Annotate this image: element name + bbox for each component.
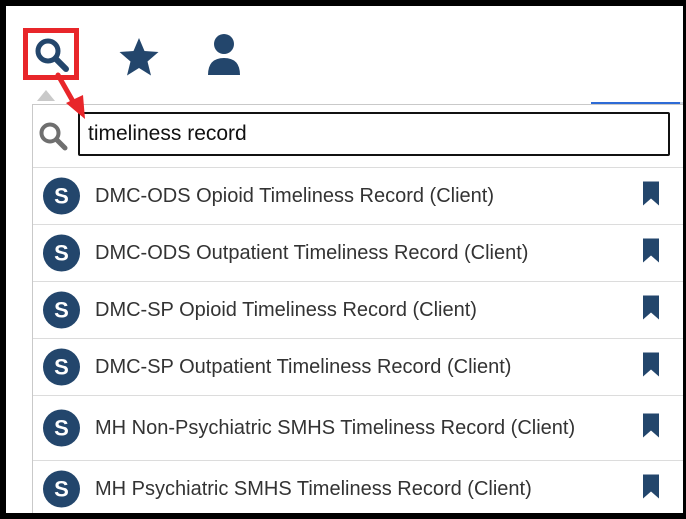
search-result-item[interactable]: S MH Non-Psychiatric SMHS Timeliness Rec… xyxy=(33,396,683,461)
top-toolbar xyxy=(12,12,683,96)
dropdown-caret xyxy=(37,90,55,101)
service-badge: S xyxy=(43,409,80,447)
bookmark-icon[interactable] xyxy=(642,181,660,211)
search-button[interactable] xyxy=(23,28,79,80)
search-result-label: DMC-ODS Outpatient Timeliness Record (Cl… xyxy=(95,242,529,264)
service-badge: S xyxy=(43,234,80,272)
bookmark-icon[interactable] xyxy=(642,474,660,504)
service-badge: S xyxy=(43,291,80,329)
search-result-item[interactable]: S MH Psychiatric SMHS Timeliness Record … xyxy=(33,461,683,513)
bookmark-icon[interactable] xyxy=(642,352,660,382)
bookmark-icon[interactable] xyxy=(642,295,660,325)
search-result-label: DMC-ODS Opioid Timeliness Record (Client… xyxy=(95,185,494,207)
search-input[interactable] xyxy=(78,112,670,156)
favorites-button[interactable] xyxy=(118,37,160,82)
search-result-label: DMC-SP Outpatient Timeliness Record (Cli… xyxy=(95,356,512,378)
search-result-item[interactable]: S DMC-ODS Outpatient Timeliness Record (… xyxy=(33,225,683,282)
search-row xyxy=(33,105,683,168)
user-icon xyxy=(208,34,240,75)
star-icon xyxy=(119,38,159,76)
search-dropdown-panel: S DMC-ODS Opioid Timeliness Record (Clie… xyxy=(32,104,683,513)
search-result-label: DMC-SP Opioid Timeliness Record (Client) xyxy=(95,299,477,321)
service-badge: S xyxy=(43,348,80,386)
service-badge: S xyxy=(43,177,80,215)
user-button[interactable] xyxy=(206,33,242,82)
search-result-label: MH Non-Psychiatric SMHS Timeliness Recor… xyxy=(95,417,576,439)
bookmark-icon[interactable] xyxy=(642,238,660,268)
screenshot-frame: S DMC-ODS Opioid Timeliness Record (Clie… xyxy=(0,0,686,519)
search-result-label: MH Psychiatric SMHS Timeliness Record (C… xyxy=(95,478,532,500)
search-icon xyxy=(35,38,69,72)
bookmark-icon[interactable] xyxy=(642,413,660,443)
search-result-item[interactable]: S DMC-SP Opioid Timeliness Record (Clien… xyxy=(33,282,683,339)
search-icon xyxy=(38,121,68,156)
search-result-item[interactable]: S DMC-ODS Opioid Timeliness Record (Clie… xyxy=(33,168,683,225)
service-badge: S xyxy=(43,470,80,508)
search-results-list: S DMC-ODS Opioid Timeliness Record (Clie… xyxy=(33,168,683,513)
search-result-item[interactable]: S DMC-SP Outpatient Timeliness Record (C… xyxy=(33,339,683,396)
